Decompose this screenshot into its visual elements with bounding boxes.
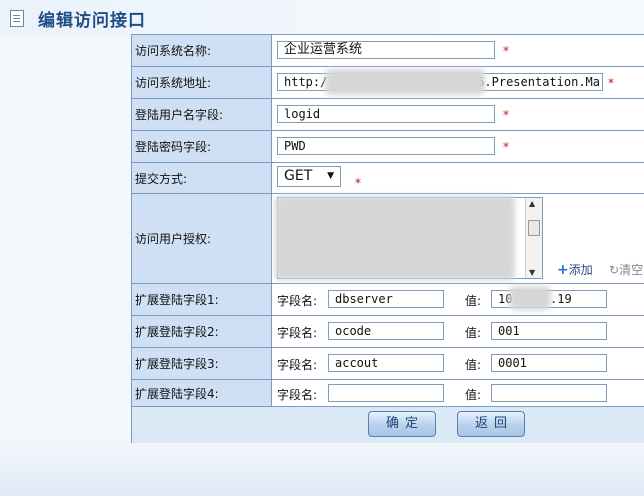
- label-user-auth: 访问用户授权:: [132, 194, 272, 283]
- redacted-region: [325, 69, 485, 95]
- ext-2-name-input[interactable]: ocode: [328, 322, 444, 340]
- row-ext-2: 扩展登陆字段2: 字段名: ocode 值: 001: [132, 316, 644, 348]
- clear-icon: ↻: [609, 263, 620, 277]
- document-icon: [10, 10, 24, 27]
- row-system-url: 访问系统地址: http:/ 6.Presentation.Ma *: [132, 67, 644, 99]
- ext-3-value-input[interactable]: 0001: [491, 354, 607, 372]
- field-name-label: 字段名:: [277, 294, 318, 308]
- row-system-name: 访问系统名称: 企业运营系统 *: [132, 35, 644, 67]
- label-system-url: 访问系统地址:: [132, 67, 272, 98]
- confirm-button[interactable]: 确定: [368, 411, 436, 437]
- row-username-field: 登陆用户名字段: logid *: [132, 99, 644, 131]
- row-password-field: 登陆密码字段: PWD *: [132, 131, 644, 163]
- scroll-thumb[interactable]: [528, 220, 540, 236]
- field-name-label: 字段名:: [277, 388, 318, 402]
- edit-interface-form: 访问系统名称: 企业运营系统 * 访问系统地址: http:/ 6.Presen…: [131, 34, 644, 443]
- page-header: 编辑访问接口: [0, 0, 644, 36]
- plus-icon: +: [557, 262, 569, 278]
- scroll-down-icon[interactable]: ▼: [529, 268, 535, 277]
- field-value-label: 值:: [465, 388, 482, 402]
- label-username-field: 登陆用户名字段:: [132, 99, 272, 130]
- scroll-up-icon[interactable]: ▲: [529, 199, 535, 208]
- row-submit-method: 提交方式: GET ▼ *: [132, 163, 644, 194]
- ext-1-name-input[interactable]: dbserver: [328, 290, 444, 308]
- listbox-scrollbar[interactable]: ▲ ▼: [525, 198, 542, 278]
- label-ext-2: 扩展登陆字段2:: [132, 316, 272, 347]
- ext-3-name-input[interactable]: accout: [328, 354, 444, 372]
- redacted-region: [275, 196, 515, 280]
- ext-4-value-input[interactable]: [491, 384, 607, 402]
- page-background: [0, 436, 644, 496]
- row-ext-3: 扩展登陆字段3: 字段名: accout 值: 0001: [132, 348, 644, 380]
- redacted-region: [509, 286, 551, 310]
- label-password-field: 登陆密码字段:: [132, 131, 272, 162]
- username-field-input[interactable]: logid: [277, 105, 495, 123]
- required-mark: *: [503, 44, 509, 58]
- label-system-name: 访问系统名称:: [132, 35, 272, 66]
- field-value-label: 值:: [465, 358, 482, 372]
- add-button[interactable]: +添加: [557, 261, 593, 278]
- field-value-label: 值:: [465, 294, 482, 308]
- label-ext-4: 扩展登陆字段4:: [132, 380, 272, 406]
- required-mark: *: [608, 76, 614, 90]
- system-name-input[interactable]: 企业运营系统: [277, 41, 495, 59]
- field-name-label: 字段名:: [277, 326, 318, 340]
- clear-button[interactable]: ↻清空: [609, 261, 643, 278]
- chevron-down-icon: ▼: [327, 171, 334, 181]
- row-ext-1: 扩展登陆字段1: 字段名: dbserver 值: 10 .19: [132, 284, 644, 316]
- field-name-label: 字段名:: [277, 358, 318, 372]
- password-field-input[interactable]: PWD: [277, 137, 495, 155]
- ext-2-value-input[interactable]: 001: [491, 322, 607, 340]
- button-bar: 确定 返回: [132, 407, 644, 443]
- row-ext-4: 扩展登陆字段4: 字段名: 值:: [132, 380, 644, 407]
- label-ext-3: 扩展登陆字段3:: [132, 348, 272, 379]
- required-mark: *: [355, 176, 361, 190]
- label-ext-1: 扩展登陆字段1:: [132, 284, 272, 315]
- required-mark: *: [503, 140, 509, 154]
- back-button[interactable]: 返回: [457, 411, 525, 437]
- submit-method-select[interactable]: GET ▼: [277, 166, 341, 187]
- field-value-label: 值:: [465, 326, 482, 340]
- required-mark: *: [503, 108, 509, 122]
- row-user-auth: 访问用户授权: ▲ ▼ +添加 ↻清空: [132, 194, 644, 284]
- page-title: 编辑访问接口: [38, 11, 146, 31]
- label-submit-method: 提交方式:: [132, 163, 272, 193]
- ext-4-name-input[interactable]: [328, 384, 444, 402]
